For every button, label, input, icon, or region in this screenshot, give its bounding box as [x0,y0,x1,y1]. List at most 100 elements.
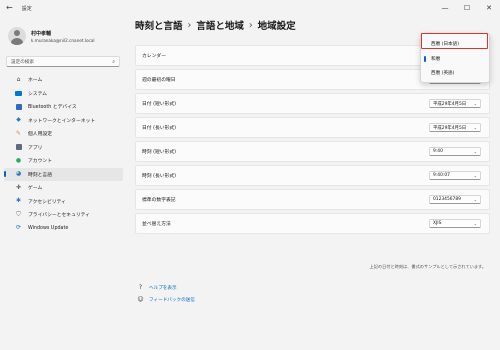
sidebar: 村中孝輔 k.muranaka@nil2.cnanet.local 設定の検索 … [0,16,128,350]
update-icon: ⟳ [15,224,22,232]
feedback-link[interactable]: ☺ フィードバックの送信 [137,296,195,303]
sidebar-item-label: アカウント [28,159,52,165]
sidebar-item-label: プライバシーとセキュリティ [28,213,90,219]
setting-label: 週の最初の曜日 [142,78,176,83]
sidebar-item-system[interactable]: システム [4,87,123,101]
close-icon[interactable]: ✕ [478,0,500,16]
sidebar-item-accounts[interactable]: ● アカウント [4,154,123,168]
dropdown-value: XJIS [433,221,442,226]
user-name: 村中孝輔 [31,30,52,37]
sidebar-item-apps[interactable]: アプリ [4,141,123,155]
account-icon: ● [15,156,22,164]
breadcrumb-language-region[interactable]: 言語と地域 [196,18,244,32]
minimize-icon[interactable]: — [434,0,456,16]
setting-label: 日付 (長い形式) [142,126,177,131]
sidebar-item-label: 時刻と言語 [28,172,52,178]
sidebar-item-windows-update[interactable]: ⟳ Windows Update [4,222,123,236]
sidebar-item-home[interactable]: ⌂ ホーム [4,73,123,87]
long-date-dropdown[interactable]: 平成29年4月5日 ⌄ [429,122,481,133]
sidebar-item-label: ホーム [28,78,43,84]
sidebar-item-network[interactable]: ◆ ネットワークとインターネット [4,114,123,128]
search-placeholder: 設定の検索 [11,59,34,65]
setting-label: 並べ替え方法 [142,222,171,227]
monitor-icon [15,90,22,97]
back-arrow-icon[interactable]: ← [6,4,13,12]
dropdown-value: 9:40 [433,149,443,154]
help-link-label: ヘルプを表示 [149,285,177,291]
sidebar-item-label: システム [28,91,48,97]
sidebar-item-time-language[interactable]: ◕ 時刻と言語 [4,167,123,181]
setting-row-short-time: 時刻 (短い形式) 9:40 ⌄ [135,141,490,162]
dropdown-value: 9:40:07 [433,173,450,178]
breadcrumb-separator: › [248,19,253,31]
sidebar-nav: ⌂ ホーム システム Bluetooth とデバイス ◆ ネットワークとインター… [0,73,128,235]
setting-label: 時刻 (長い形式) [142,174,177,179]
chevron-down-icon: ⌄ [473,197,477,202]
dropdown-option-western-english[interactable]: 西暦 (英語) [423,67,487,79]
apps-icon [15,144,22,151]
sidebar-item-label: 個人用設定 [28,132,52,138]
shield-icon: ⛉ [16,210,21,218]
setting-label: 時刻 (短い形式) [142,150,177,155]
setting-label: カレンダー [142,54,166,59]
calendar-dropdown-menu: 西暦 (日本語) 和暦 西暦 (英語) [420,33,490,83]
brush-icon: ✎ [15,129,22,137]
search-input[interactable]: 設定の検索 ⌕ [6,56,120,67]
sidebar-item-label: ネットワークとインターネット [28,118,96,124]
sidebar-item-label: ゲーム [28,186,43,192]
setting-row-long-time: 時刻 (長い形式) 9:40:07 ⌄ [135,165,490,186]
breadcrumb-time-language[interactable]: 時刻と言語 [135,18,183,32]
feedback-link-label: フィードバックの送信 [149,297,195,303]
chevron-down-icon: ⌄ [473,173,477,178]
chevron-down-icon: ⌄ [473,101,477,106]
help-links: ? ヘルプを表示 ☺ フィードバックの送信 [137,284,195,308]
sidebar-item-label: アプリ [28,145,43,151]
sidebar-item-label: アクセシビリティ [28,199,66,205]
setting-row-short-date: 日付 (短い形式) 平成29年4月5日 ⌄ [135,93,490,114]
setting-row-long-date: 日付 (長い形式) 平成29年4月5日 ⌄ [135,117,490,138]
wifi-icon: ◆ [16,116,21,124]
feedback-icon: ☺ [137,296,144,303]
accessibility-icon: ✱ [15,197,22,205]
dropdown-value: 0123456789 [433,197,461,202]
short-time-dropdown[interactable]: 9:40 ⌄ [429,146,481,157]
setting-label: 日付 (短い形式) [142,102,177,107]
window-controls: — ☐ ✕ [434,0,500,16]
title-bar: ← 設定 [0,0,500,16]
sidebar-item-personalization[interactable]: ✎ 個人用設定 [4,127,123,141]
bluetooth-icon [15,103,22,110]
option-label: 西暦 (英語) [431,71,455,76]
sidebar-item-gaming[interactable]: ✚ ゲーム [4,181,123,195]
dropdown-option-western-japanese[interactable]: 西暦 (日本語) [423,38,487,50]
digits-dropdown[interactable]: 0123456789 ⌄ [429,194,481,205]
option-label: 西暦 (日本語) [431,42,460,47]
chevron-down-icon: ⌄ [473,221,477,226]
setting-label: 標準の数字表記 [142,198,176,203]
option-label: 和暦 [431,57,441,62]
setting-row-sort: 並べ替え方法 XJIS ⌄ [135,213,490,234]
long-time-dropdown[interactable]: 9:40:07 ⌄ [429,170,481,181]
user-card[interactable]: 村中孝輔 k.muranaka@nil2.cnanet.local [0,16,128,50]
breadcrumb: 時刻と言語 › 言語と地域 › 地域設定 [135,18,296,33]
chevron-down-icon: ⌄ [473,125,477,130]
setting-row-digits: 標準の数字表記 0123456789 ⌄ [135,189,490,210]
search-icon: ⌕ [112,58,115,65]
short-date-dropdown[interactable]: 平成29年4月5日 ⌄ [429,98,481,109]
sidebar-item-label: Windows Update [28,225,69,231]
help-link[interactable]: ? ヘルプを表示 [137,284,195,291]
sidebar-item-label: Bluetooth とデバイス [28,105,77,111]
user-email: k.muranaka@nil2.cnanet.local [31,37,95,43]
sort-dropdown[interactable]: XJIS ⌄ [429,218,481,229]
avatar [8,27,26,45]
breadcrumb-separator: › [187,19,192,31]
maximize-icon[interactable]: ☐ [456,0,478,16]
sidebar-item-bluetooth[interactable]: Bluetooth とデバイス [4,100,123,114]
page-title: 地域設定 [257,21,296,32]
globe-clock-icon: ◕ [15,170,22,178]
sidebar-item-privacy[interactable]: ⛉ プライバシーとセキュリティ [4,208,123,222]
sidebar-item-accessibility[interactable]: ✱ アクセシビリティ [4,195,123,209]
home-icon: ⌂ [16,75,21,83]
dropdown-value: 平成29年4月5日 [433,101,467,107]
window-title: 設定 [21,5,32,12]
dropdown-option-japanese-era[interactable]: 和暦 [423,53,487,65]
